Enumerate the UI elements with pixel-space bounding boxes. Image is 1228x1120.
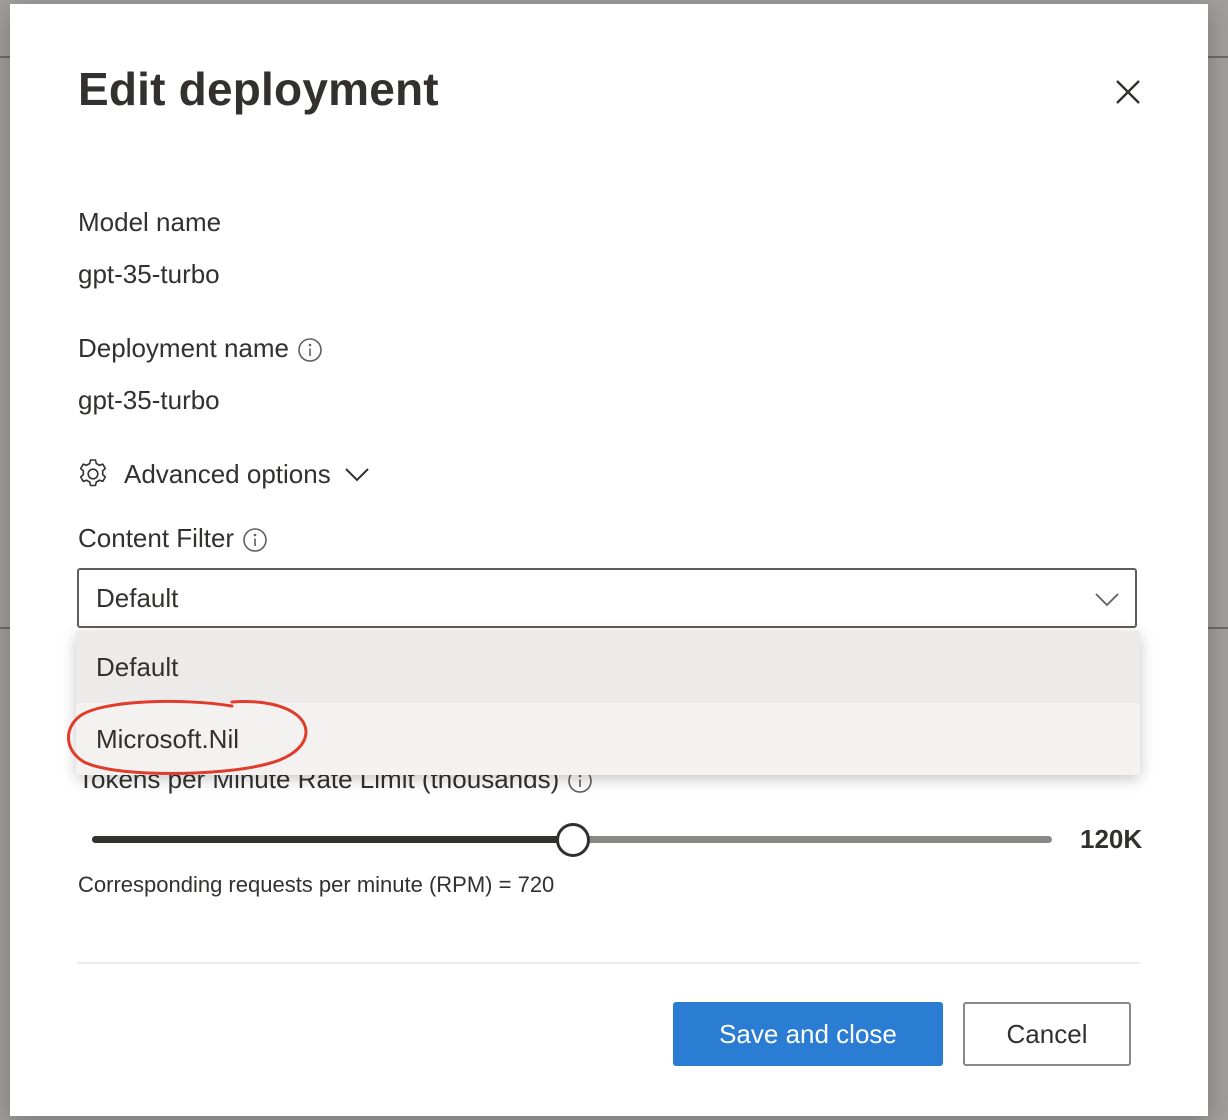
advanced-options-label: Advanced options: [124, 458, 331, 489]
background-divider: [0, 56, 10, 58]
option-label: Default: [96, 651, 179, 682]
slider-thumb[interactable]: [556, 823, 590, 857]
advanced-options-toggle[interactable]: Advanced options: [76, 454, 371, 494]
chevron-down-icon: [1095, 593, 1119, 607]
footer-divider: [77, 962, 1140, 964]
tpm-rate-limit-slider[interactable]: [92, 822, 1052, 857]
edit-deployment-dialog: Edit deployment Model name gpt-35-turbo …: [10, 4, 1208, 1116]
slider-fill: [92, 836, 572, 843]
content-filter-dropdown[interactable]: Default: [77, 568, 1137, 628]
chevron-down-icon: [345, 468, 369, 482]
gear-icon: [79, 459, 107, 487]
close-button[interactable]: [1108, 72, 1148, 112]
deployment-name-label-row: Deployment name: [78, 333, 323, 364]
rpm-text: Corresponding requests per minute (RPM) …: [78, 872, 555, 897]
content-filter-label-row: Content Filter: [78, 523, 268, 554]
info-icon[interactable]: [297, 337, 323, 363]
option-default[interactable]: Default: [76, 631, 1140, 703]
save-and-close-button[interactable]: Save and close: [673, 1002, 943, 1066]
background-divider: [1208, 56, 1228, 58]
tpm-value: 120K: [1080, 824, 1143, 854]
dialog-title: Edit deployment: [78, 63, 439, 115]
content-filter-options-list: Default Microsoft.Nil: [76, 631, 1140, 775]
model-name-label: Model name: [78, 207, 222, 237]
content-filter-selected-value: Default: [96, 582, 179, 613]
option-label: Microsoft.Nil: [96, 723, 240, 754]
background-divider: [1208, 627, 1228, 629]
info-icon[interactable]: [242, 527, 268, 553]
cancel-button[interactable]: Cancel: [963, 1002, 1131, 1066]
content-filter-label: Content Filter: [78, 523, 235, 553]
deployment-name-label: Deployment name: [78, 333, 289, 363]
model-name-value: gpt-35-turbo: [78, 259, 220, 289]
close-icon: [1116, 80, 1140, 104]
option-microsoft-nil[interactable]: Microsoft.Nil: [76, 703, 1140, 775]
background-divider: [0, 627, 10, 629]
deployment-name-value: gpt-35-turbo: [78, 385, 220, 415]
